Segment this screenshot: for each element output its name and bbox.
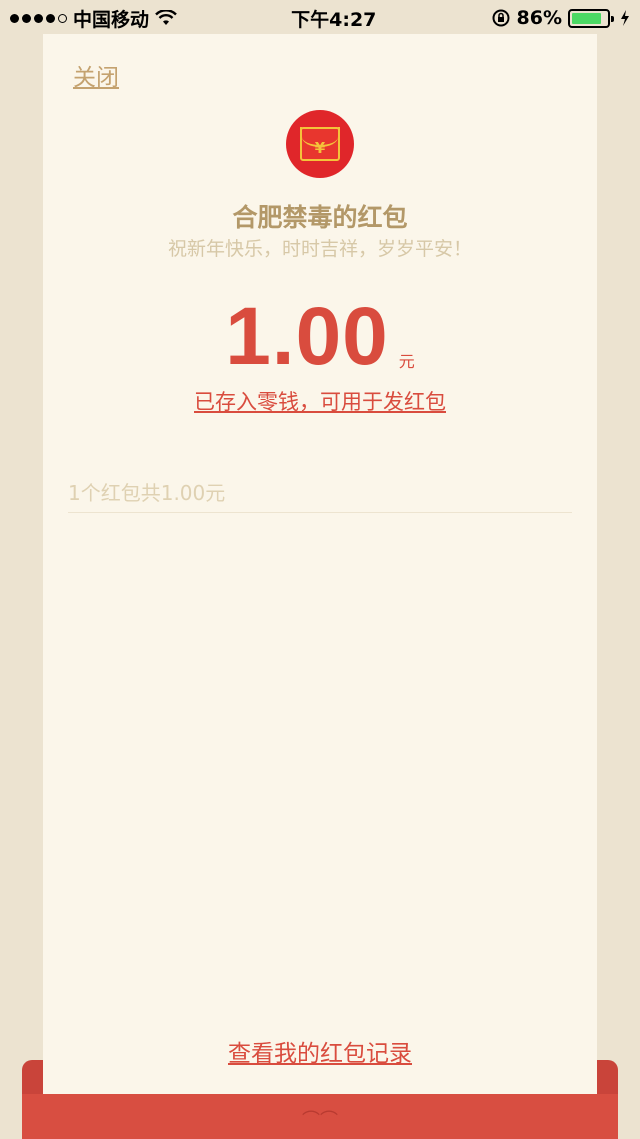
sender-avatar: ¥ bbox=[286, 110, 354, 178]
red-packet-detail-screen: 中国移动 下午4:27 86% 关闭 ¥ 合肥禁毒的红包 祝新年快乐，时时吉祥，… bbox=[0, 0, 640, 1139]
packet-summary: 1个红包共1.00元 bbox=[68, 481, 226, 505]
status-right: 86% bbox=[491, 7, 630, 29]
amount-value: 1.00 bbox=[225, 291, 389, 382]
battery-fill bbox=[571, 12, 602, 24]
stored-to-wallet-link[interactable]: 已存入零钱，可用于发红包 bbox=[43, 386, 597, 416]
carrier-label: 中国移动 bbox=[73, 8, 150, 31]
envelope-seal-icon: ⌒⌒ bbox=[302, 1110, 338, 1131]
red-packet-card: 关闭 ¥ 合肥禁毒的红包 祝新年快乐，时时吉祥，岁岁平安！ 1.00 元 已存入… bbox=[43, 34, 597, 1094]
battery-percent: 86% bbox=[516, 7, 562, 29]
charging-icon bbox=[620, 10, 629, 26]
signal-icon bbox=[10, 13, 67, 23]
divider bbox=[68, 512, 572, 513]
wifi-icon bbox=[155, 10, 177, 25]
clock: 下午4:27 bbox=[291, 8, 377, 31]
close-button[interactable]: 关闭 bbox=[73, 58, 119, 92]
status-bar: 中国移动 下午4:27 86% bbox=[0, 0, 640, 36]
battery-icon bbox=[567, 8, 614, 28]
view-records-link[interactable]: 查看我的红包记录 bbox=[43, 1034, 597, 1068]
amount-row: 1.00 元 bbox=[43, 296, 597, 378]
sender-title: 合肥禁毒的红包 bbox=[232, 203, 408, 232]
amount-unit: 元 bbox=[398, 352, 415, 371]
rotation-lock-icon bbox=[492, 9, 509, 27]
red-envelope-icon: ¥ bbox=[300, 127, 340, 161]
status-left: 中国移动 bbox=[10, 5, 177, 32]
blessing-text: 祝新年快乐，时时吉祥，岁岁平安！ bbox=[167, 238, 472, 260]
